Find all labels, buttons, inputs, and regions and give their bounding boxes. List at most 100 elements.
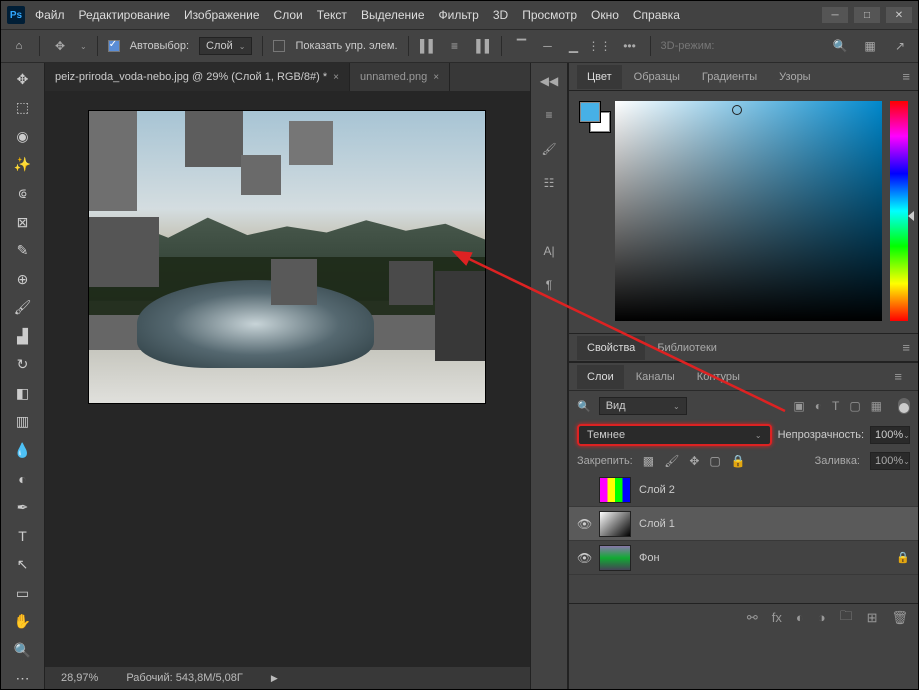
close-icon[interactable]: × <box>333 72 339 83</box>
clone-stamp-tool[interactable]: ▟ <box>9 326 37 347</box>
paragraph-panel-icon[interactable]: ¶ <box>539 275 559 295</box>
menu-layers[interactable]: Слои <box>274 8 303 22</box>
rectangle-tool[interactable]: ▭ <box>9 583 37 604</box>
align-left-icon[interactable]: ▌▌ <box>419 36 439 56</box>
delete-layer-icon[interactable]: 🗑 <box>891 610 908 626</box>
filter-pixel-icon[interactable]: ▣ <box>793 399 804 413</box>
expand-panels-icon[interactable]: ◀◀ <box>539 71 559 91</box>
crop-tool[interactable]: ⟃ <box>9 183 37 204</box>
tab-color[interactable]: Цвет <box>577 65 622 89</box>
document-image[interactable] <box>89 111 485 403</box>
opacity-input[interactable]: 100%⌄ <box>870 426 910 444</box>
visibility-toggle[interactable]: 👁 <box>577 551 591 565</box>
distribute-icon[interactable]: ⋮⋮ <box>590 36 610 56</box>
zoom-tool[interactable]: 🔍 <box>9 640 37 661</box>
character-panel-icon[interactable]: A| <box>539 241 559 261</box>
blend-mode-dropdown[interactable]: Темнее⌄ <box>577 424 772 446</box>
tab-channels[interactable]: Каналы <box>626 365 685 389</box>
move-tool[interactable]: ✥ <box>9 69 37 90</box>
frame-tool[interactable]: ⊠ <box>9 212 37 233</box>
filter-adjustment-icon[interactable]: ◐ <box>815 399 822 413</box>
filter-type-icon[interactable]: T <box>832 399 839 413</box>
lock-pixels-icon[interactable]: 🖌 <box>664 454 679 468</box>
minimize-button[interactable]: ─ <box>822 7 848 23</box>
hue-slider[interactable] <box>890 101 908 321</box>
layer-mask-icon[interactable]: ◐ <box>796 610 804 625</box>
autoselect-checkbox[interactable] <box>108 40 120 52</box>
marquee-tool[interactable]: ⬚ <box>9 98 37 119</box>
layer-filter-dropdown[interactable]: Вид⌄ <box>599 397 687 415</box>
layer-name[interactable]: Фон <box>639 552 660 564</box>
autoselect-target-dropdown[interactable]: Слой⌄ <box>199 37 252 55</box>
close-button[interactable]: ✕ <box>886 7 912 23</box>
filter-smartobj-icon[interactable]: ▦ <box>871 399 882 413</box>
lasso-tool[interactable]: ◉ <box>9 126 37 147</box>
toolbar-more[interactable]: ⋯ <box>9 668 37 689</box>
layer-name[interactable]: Слой 1 <box>639 518 675 530</box>
visibility-toggle[interactable]: 👁 <box>577 517 591 531</box>
lock-transparency-icon[interactable]: ▩ <box>643 454 654 468</box>
healing-brush-tool[interactable]: ⊕ <box>9 269 37 290</box>
hue-handle[interactable] <box>908 211 914 221</box>
panel-menu-icon[interactable]: ≡ <box>894 369 902 384</box>
adjustments-panel-icon[interactable]: ☷ <box>539 173 559 193</box>
tab-patterns[interactable]: Узоры <box>769 65 820 89</box>
menu-select[interactable]: Выделение <box>361 8 425 22</box>
color-picker-field[interactable] <box>615 101 882 321</box>
menu-window[interactable]: Окно <box>591 8 619 22</box>
align-bottom-icon[interactable]: ▁ <box>564 36 584 56</box>
menu-view[interactable]: Просмотр <box>522 8 577 22</box>
show-transform-checkbox[interactable] <box>273 40 285 52</box>
menu-text[interactable]: Текст <box>317 8 347 22</box>
blur-tool[interactable]: 💧 <box>9 440 37 461</box>
lock-artboard-icon[interactable]: ▢ <box>709 454 720 468</box>
maximize-button[interactable]: □ <box>854 7 880 23</box>
document-info[interactable]: Рабочий: 543,8M/5,08Г <box>126 672 243 684</box>
menu-3d[interactable]: 3D <box>493 8 508 22</box>
align-middle-icon[interactable]: ─ <box>538 36 558 56</box>
search-icon[interactable]: 🔍 <box>830 36 850 56</box>
tab-swatches[interactable]: Образцы <box>624 65 690 89</box>
adjustment-layer-icon[interactable]: ◑ <box>818 610 826 625</box>
filter-shape-icon[interactable]: ▢ <box>849 399 860 413</box>
layer-thumbnail[interactable] <box>599 477 631 503</box>
layer-row[interactable]: 👁 Слой 1 <box>569 507 918 541</box>
tool-preset-dropdown[interactable]: ⌄ <box>80 42 87 51</box>
lock-position-icon[interactable]: ✥ <box>689 454 699 468</box>
history-panel-icon[interactable]: ≡ <box>539 105 559 125</box>
align-center-h-icon[interactable]: ≡ <box>445 36 465 56</box>
menu-edit[interactable]: Редактирование <box>79 8 170 22</box>
layer-row[interactable]: 👁 Фон 🔒 <box>569 541 918 575</box>
home-icon[interactable]: ⌂ <box>9 36 29 56</box>
workspace-icon[interactable]: ▦ <box>860 36 880 56</box>
document-tab-inactive[interactable]: unnamed.png× <box>350 63 450 91</box>
link-layers-icon[interactable]: ⚯ <box>747 610 758 626</box>
layer-name[interactable]: Слой 2 <box>639 484 675 496</box>
layer-thumbnail[interactable] <box>599 511 631 537</box>
document-tab-active[interactable]: peiz-priroda_voda-nebo.jpg @ 29% (Слой 1… <box>45 63 350 91</box>
layer-style-icon[interactable]: fx <box>772 610 782 625</box>
lock-all-icon[interactable]: 🔒 <box>731 454 746 468</box>
tab-layers[interactable]: Слои <box>577 365 624 389</box>
type-tool[interactable]: T <box>9 526 37 547</box>
menu-file[interactable]: Файл <box>35 8 65 22</box>
hand-tool[interactable]: ✋ <box>9 611 37 632</box>
history-brush-tool[interactable]: ↻ <box>9 354 37 375</box>
eraser-tool[interactable]: ◧ <box>9 383 37 404</box>
dodge-tool[interactable]: ◐ <box>9 469 37 490</box>
more-options-icon[interactable]: ••• <box>620 36 640 56</box>
canvas[interactable] <box>45 91 530 667</box>
align-top-icon[interactable]: ▔ <box>512 36 532 56</box>
layer-thumbnail[interactable] <box>599 545 631 571</box>
panel-menu-icon[interactable]: ≡ <box>902 69 910 84</box>
gradient-tool[interactable]: ▥ <box>9 412 37 433</box>
zoom-level[interactable]: 28,97% <box>61 672 98 684</box>
panel-menu-icon[interactable]: ≡ <box>902 340 910 355</box>
eyedropper-tool[interactable]: ✎ <box>9 240 37 261</box>
brush-tool[interactable]: 🖌 <box>9 297 37 318</box>
menu-help[interactable]: Справка <box>633 8 680 22</box>
brushes-panel-icon[interactable]: 🖌 <box>539 139 559 159</box>
tab-gradients[interactable]: Градиенты <box>692 65 767 89</box>
fill-input[interactable]: 100%⌄ <box>870 452 910 470</box>
tab-libraries[interactable]: Библиотеки <box>647 336 727 360</box>
